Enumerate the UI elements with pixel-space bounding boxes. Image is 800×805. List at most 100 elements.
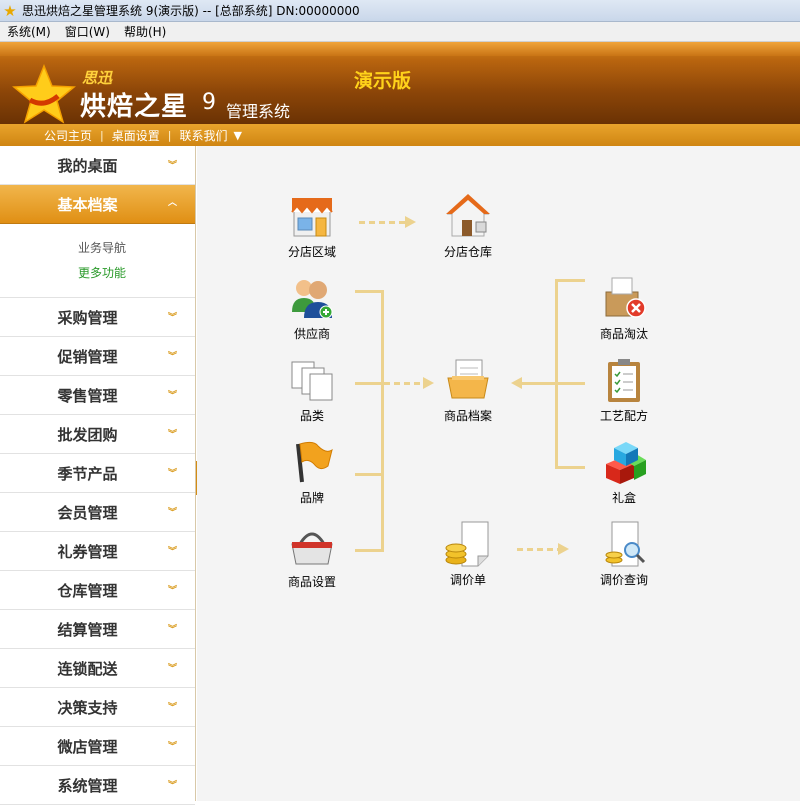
- node-brand[interactable]: 品牌: [272, 438, 352, 506]
- sidebar-item-purchase[interactable]: 采购管理 ︾: [0, 298, 195, 337]
- menu-window[interactable]: 窗口(W): [58, 23, 117, 40]
- dropdown-triangle-icon[interactable]: ▼: [233, 129, 241, 142]
- connector: [384, 382, 424, 385]
- sidebar: 我的桌面 ︾ 基本档案 ︿ 业务导航 更多功能 采购管理 ︾ 促销管理 ︾ 零售管理…: [0, 146, 196, 805]
- node-label: 礼盒: [611, 491, 636, 505]
- chevron-down-icon: ︾: [167, 430, 177, 440]
- sidebar-item-my-desktop[interactable]: 我的桌面 ︾: [0, 146, 195, 185]
- menu-help[interactable]: 帮助(H): [117, 23, 173, 40]
- sidebar-item-wholesale[interactable]: 批发团购 ︾: [0, 415, 195, 454]
- node-product-setup[interactable]: 商品设置: [272, 522, 352, 590]
- sub-business-guide[interactable]: 业务导航: [78, 239, 126, 256]
- chevron-down-icon: ︾: [167, 313, 177, 323]
- sidebar-item-label: 礼券管理: [57, 542, 118, 561]
- chevron-down-icon: ︾: [167, 391, 177, 401]
- sidebar-item-basic-files[interactable]: 基本档案 ︿: [0, 185, 195, 224]
- nav-desk-settings-link[interactable]: 桌面设置: [104, 127, 168, 144]
- node-branch-store[interactable]: 分店仓库: [428, 192, 508, 260]
- clipboard-icon: [608, 359, 640, 402]
- node-label: 工艺配方: [599, 409, 648, 423]
- sidebar-item-vouchers[interactable]: 礼券管理 ︾: [0, 532, 195, 571]
- sidebar-item-distribution[interactable]: 连锁配送 ︾: [0, 649, 195, 688]
- sidebar-item-label: 微店管理: [57, 737, 118, 756]
- sidebar-item-decision[interactable]: 决策支持 ︾: [0, 688, 195, 727]
- sidebar-item-settlement[interactable]: 结算管理 ︾: [0, 610, 195, 649]
- sidebar-item-label: 采购管理: [57, 308, 118, 327]
- chevron-down-icon: ︾: [167, 161, 177, 171]
- top-nav: 公司主页 | 桌面设置 | 联系我们 ▼: [0, 124, 800, 146]
- node-price-adjust[interactable]: 调价单: [428, 520, 508, 588]
- sidebar-item-retail[interactable]: 零售管理 ︾: [0, 376, 195, 415]
- connector: [555, 279, 558, 469]
- node-product-file[interactable]: 商品档案: [428, 356, 508, 424]
- chevron-down-icon: ︾: [167, 469, 177, 479]
- node-label: 分店区域: [287, 245, 336, 259]
- node-supplier[interactable]: 供应商: [272, 274, 352, 342]
- chevron-down-icon: ︾: [167, 625, 177, 635]
- node-product-retire[interactable]: 商品淘汰: [584, 274, 664, 342]
- category-docs-icon: [291, 361, 333, 401]
- sidebar-item-members[interactable]: 会员管理 ︾: [0, 493, 195, 532]
- basket-icon: [291, 532, 333, 565]
- node-branch-area[interactable]: 分店区域: [272, 192, 352, 260]
- house-warehouse-icon: [446, 194, 490, 237]
- sidebar-item-label: 连锁配送: [57, 659, 118, 678]
- node-label: 调价查询: [599, 573, 648, 587]
- sidebar-item-label: 仓库管理: [57, 581, 118, 600]
- sidebar-item-label: 零售管理: [57, 386, 118, 405]
- node-label: 品类: [299, 409, 324, 423]
- sidebar-subpanel: 业务导航 更多功能: [0, 224, 195, 298]
- nav-contact-link[interactable]: 联系我们: [171, 127, 235, 144]
- brand-suffix: 管理系统: [226, 102, 291, 121]
- node-label: 商品淘汰: [599, 327, 648, 341]
- chevron-down-icon: ︾: [167, 664, 177, 674]
- node-category[interactable]: 品类: [272, 356, 352, 424]
- connector: [555, 466, 585, 469]
- node-label: 分店仓库: [443, 245, 492, 259]
- edition-label: 演示版: [354, 70, 412, 92]
- brand-top: 思迅: [82, 69, 113, 87]
- connector: [517, 548, 559, 551]
- sidebar-item-label: 会员管理: [57, 503, 118, 522]
- chevron-down-icon: ︾: [167, 352, 177, 362]
- chevron-down-icon: ︾: [167, 781, 177, 791]
- sidebar-item-label: 结算管理: [57, 620, 118, 639]
- chevron-down-icon: ︾: [167, 703, 177, 713]
- sidebar-item-microstore[interactable]: 微店管理 ︾: [0, 727, 195, 766]
- sidebar-item-promotion[interactable]: 促销管理 ︾: [0, 337, 195, 376]
- nav-home-link[interactable]: 公司主页: [36, 127, 100, 144]
- arrow-head: [558, 543, 569, 555]
- sidebar-item-system[interactable]: 系统管理 ︾: [0, 766, 195, 805]
- chevron-up-icon: ︿: [167, 198, 177, 208]
- arrow-head: [405, 216, 416, 228]
- connector: [381, 290, 384, 552]
- header-banner: 思迅 烘焙之星 9 管理系统 演示版: [0, 42, 800, 124]
- chevron-down-icon: ︾: [167, 508, 177, 518]
- connector: [355, 382, 383, 385]
- app-star-icon: ★: [3, 1, 17, 20]
- sidebar-item-seasonal[interactable]: 季节产品 ︾: [0, 454, 195, 493]
- flag-icon: [296, 441, 333, 483]
- node-gift-box[interactable]: 礼盒: [584, 438, 664, 506]
- sidebar-item-label: 基本档案: [57, 195, 118, 214]
- box-delete-icon: [605, 277, 646, 318]
- connector: [355, 473, 383, 476]
- connector: [355, 549, 383, 552]
- node-recipe[interactable]: 工艺配方: [584, 356, 664, 424]
- node-label: 商品档案: [443, 409, 492, 423]
- chevron-down-icon: ︾: [167, 742, 177, 752]
- sub-more-functions[interactable]: 更多功能: [78, 264, 126, 281]
- sidebar-item-warehouse[interactable]: 仓库管理 ︾: [0, 571, 195, 610]
- node-price-query[interactable]: 调价查询: [584, 520, 664, 588]
- connector: [355, 290, 383, 293]
- node-label: 商品设置: [287, 575, 336, 589]
- sidebar-item-label: 决策支持: [57, 698, 118, 717]
- menu-system[interactable]: 系统(M): [0, 23, 58, 40]
- folder-documents-icon: [447, 359, 489, 399]
- sidebar-item-label: 批发团购: [57, 425, 118, 444]
- brand-version: 9: [202, 90, 216, 115]
- price-search-icon: [605, 521, 646, 567]
- sidebar-item-label: 季节产品: [57, 464, 118, 483]
- title-bar: ★ 思迅烘焙之星管理系统 9(演示版) -- [总部系统] DN:0000000…: [0, 0, 800, 22]
- connector: [359, 221, 407, 224]
